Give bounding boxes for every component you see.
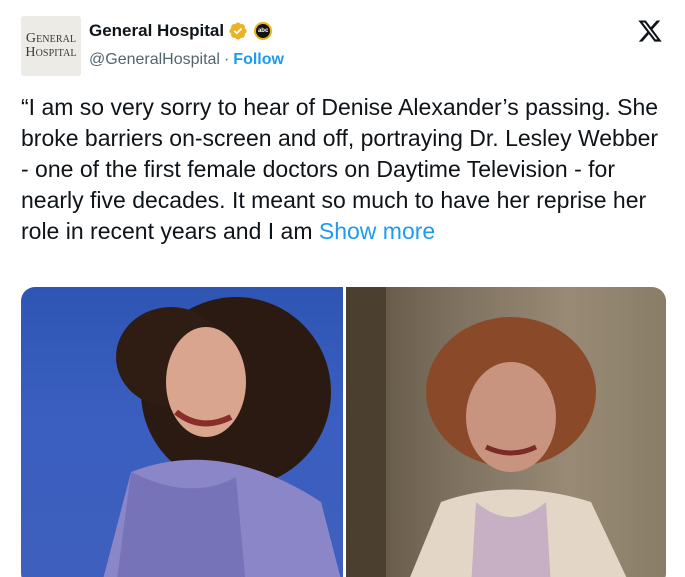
follow-button[interactable]: Follow <box>233 51 284 69</box>
tweet-text: “I am so very sorry to hear of Denise Al… <box>21 92 666 247</box>
portrait-image-icon <box>346 287 627 577</box>
account-name[interactable]: General Hospital <box>89 21 224 41</box>
account-handle[interactable]: @GeneralHospital <box>89 51 220 69</box>
affiliate-badge[interactable]: abc <box>254 22 273 40</box>
photo-left[interactable] <box>21 287 343 577</box>
avatar-text-line1: General <box>25 31 77 46</box>
verified-badge-icon <box>229 22 247 40</box>
avatar[interactable]: General Hospital <box>21 16 81 76</box>
account-name-row: General Hospital abc <box>89 21 273 41</box>
show-more-link[interactable]: Show more <box>319 218 435 244</box>
tweet-card: General Hospital General Hospital abc @G… <box>0 0 685 577</box>
handle-row: @GeneralHospital · Follow <box>89 51 284 69</box>
x-logo-icon[interactable] <box>636 18 664 44</box>
abc-logo-icon: abc <box>256 24 271 38</box>
media-grid <box>21 287 666 577</box>
portrait-image-icon <box>103 297 341 577</box>
separator: · <box>223 51 230 68</box>
avatar-text-line2: Hospital <box>25 45 77 60</box>
photo-right[interactable] <box>346 287 666 577</box>
